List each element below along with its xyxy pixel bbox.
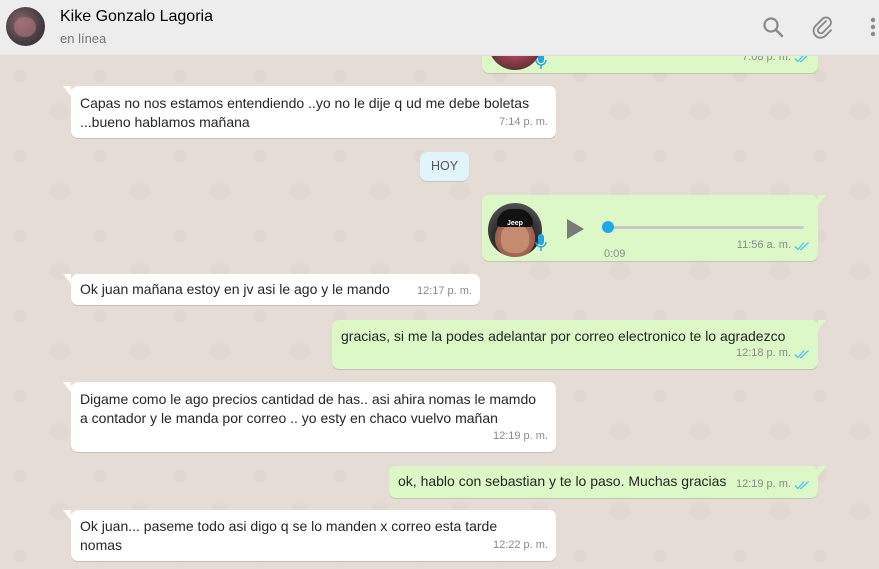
read-receipt-icon	[794, 241, 809, 250]
message-meta: 12:17 p. m.	[417, 282, 472, 301]
contact-name[interactable]: Kike Gonzalo Lagoria	[60, 8, 213, 26]
message-time: 12:19 p. m.	[492, 430, 548, 442]
message-text: Capas no nos estamos entendiendo ..yo no…	[80, 95, 530, 130]
voice-duration: 0:09	[604, 248, 626, 260]
message-meta: 12:19 p. m.	[493, 427, 548, 446]
chat-area[interactable]: 7:08 p. m. Capas no nos estamos entendie…	[0, 56, 879, 569]
incoming-message[interactable]: Ok juan mañana estoy en jv asi le ago y …	[63, 274, 480, 305]
read-receipt-icon	[794, 56, 808, 62]
voice-sender-avatar	[488, 56, 542, 70]
message-time: 12:19 p. m.	[735, 478, 791, 490]
read-receipt-icon	[794, 349, 809, 358]
contact-avatar[interactable]	[6, 7, 45, 46]
message-meta: 7:08 p. m.	[742, 56, 810, 67]
message-text: Digame como le ago precios cantidad de h…	[80, 391, 537, 426]
mic-icon	[535, 234, 547, 251]
read-receipt-icon	[794, 480, 809, 489]
voice-message-bubble[interactable]: 7:08 p. m.	[482, 56, 818, 73]
voice-progress-track[interactable]	[604, 226, 804, 229]
incoming-message[interactable]: Ok juan... paseme todo asi digo q se lo …	[63, 510, 556, 561]
mic-icon	[535, 56, 547, 69]
outgoing-message[interactable]: gracias, si me la podes adelantar por co…	[332, 320, 826, 369]
message-meta: 12:19 p. m.	[736, 475, 810, 494]
menu-icon[interactable]	[860, 14, 878, 40]
outgoing-message[interactable]: ok, hablo con sebastian y te lo paso. Mu…	[389, 466, 826, 498]
message-time: 7:14 p. m.	[499, 116, 548, 128]
message-time: 7:08 p. m.	[742, 56, 791, 63]
chat-header: Kike Gonzalo Lagoria en línea	[0, 0, 879, 56]
incoming-message[interactable]: Digame como le ago precios cantidad de h…	[63, 382, 556, 452]
message-meta: 11:56 a. m.	[737, 236, 810, 255]
message-meta: 7:14 p. m.	[499, 113, 548, 132]
search-icon[interactable]	[760, 14, 786, 40]
message-time: 11:56 a. m.	[736, 239, 791, 251]
voice-sender-avatar: Jeep	[488, 203, 542, 257]
voice-message-bubble[interactable]: Jeep 0:09 11:56 a. m.	[482, 195, 826, 261]
message-meta: 12:22 p. m.	[493, 536, 548, 555]
message-meta: 12:18 p. m.	[736, 344, 810, 363]
attach-icon[interactable]	[810, 14, 836, 40]
message-time: 12:17 p. m.	[416, 285, 472, 297]
voice-progress-knob[interactable]	[602, 221, 614, 233]
play-icon[interactable]	[564, 217, 586, 241]
message-text: Ok juan mañana estoy en jv asi le ago y …	[80, 281, 390, 297]
message-text: Ok juan... paseme todo asi digo q se lo …	[80, 518, 498, 553]
message-time: 12:18 p. m.	[735, 347, 791, 359]
incoming-message[interactable]: Capas no nos estamos entendiendo ..yo no…	[63, 86, 556, 138]
day-separator-badge: HOY	[420, 152, 469, 181]
message-time: 12:22 p. m.	[492, 539, 548, 551]
contact-status: en línea	[60, 31, 107, 46]
